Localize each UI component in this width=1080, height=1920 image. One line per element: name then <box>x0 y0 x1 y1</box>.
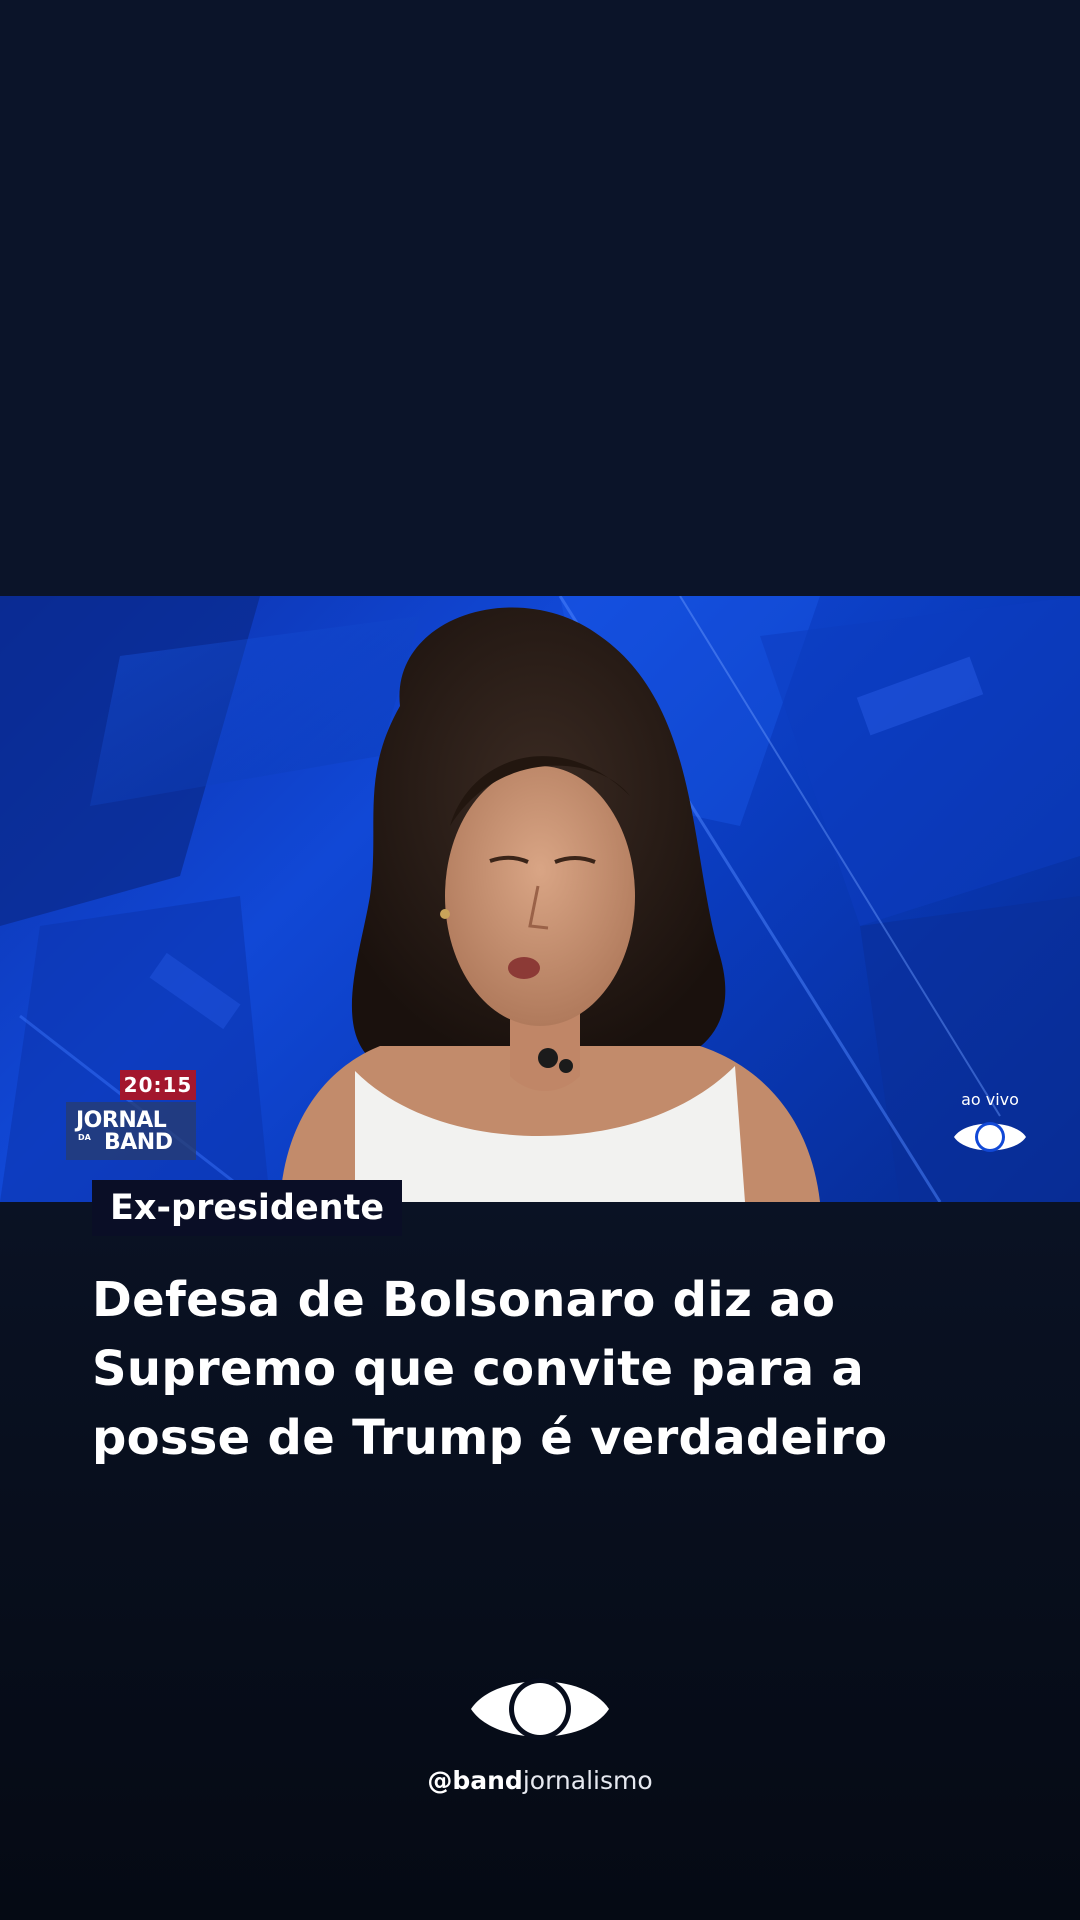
live-indicator: ao vivo <box>950 1090 1030 1165</box>
handle-rest: jornalismo <box>522 1766 653 1795</box>
headline: Defesa de Bolsonaro diz ao Supremo que c… <box>92 1272 888 1466</box>
live-label: ao vivo <box>961 1090 1019 1109</box>
video-frame: 20:15 JORNAL DA BAND ao vivo <box>0 596 1080 1202</box>
brand-footer: @bandjornalismo <box>0 1666 1080 1795</box>
jornal-da-band-logo: JORNAL DA BAND <box>66 1102 196 1160</box>
logo-line-3: BAND <box>104 1130 173 1155</box>
brand-handle[interactable]: @bandjornalismo <box>0 1766 1080 1795</box>
handle-prefix: @ <box>427 1766 453 1795</box>
category-tag: Ex-presidente <box>92 1180 403 1236</box>
logo-line-2: DA <box>78 1133 91 1142</box>
band-eye-icon <box>471 1678 609 1740</box>
broadcast-time: 20:15 <box>120 1070 196 1100</box>
presenter-face <box>445 766 635 1026</box>
handle-bold: band <box>452 1766 523 1795</box>
band-eye-icon <box>954 1122 1026 1152</box>
